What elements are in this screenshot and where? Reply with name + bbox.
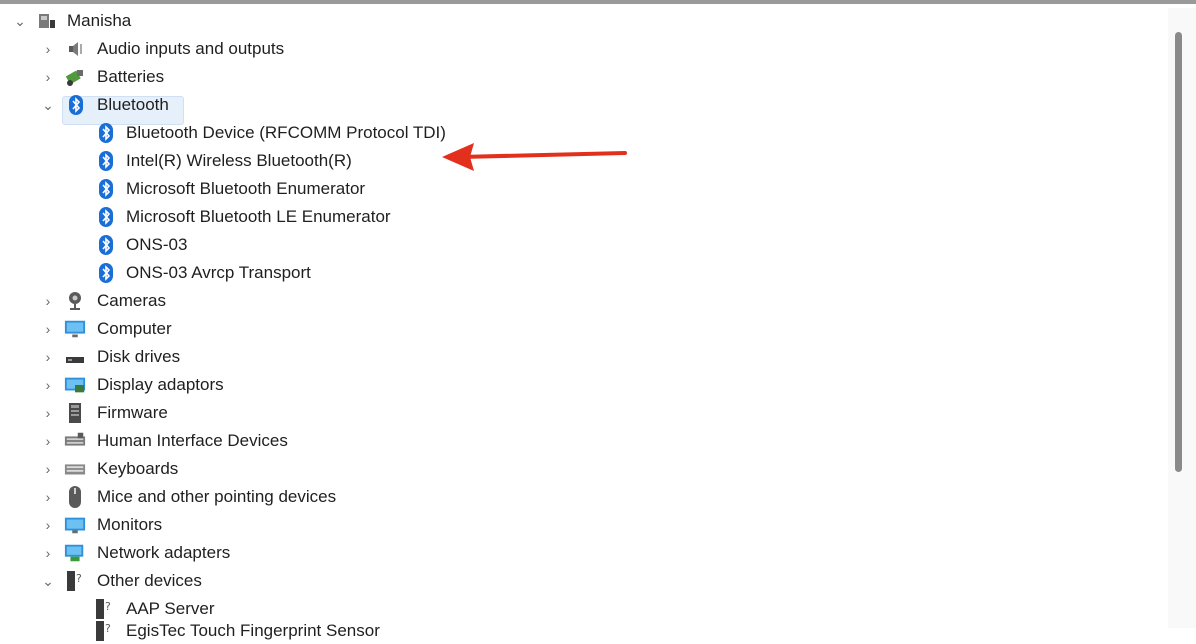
chevron-right-icon[interactable]: › [40,377,56,393]
tree-item-label: Batteries [97,67,165,86]
bluetooth-icon [95,150,117,172]
chevron-down-icon[interactable]: ⌄ [12,13,28,29]
chevron-right-icon[interactable]: › [40,461,56,477]
tree-item-label: Bluetooth [97,95,169,114]
tree-item-label: Disk drives [97,347,181,366]
bluetooth-icon [65,94,87,116]
tree-child-label: ONS-03 Avrcp Transport [126,263,311,282]
bluetooth-icon [95,234,117,256]
chevron-right-icon[interactable]: › [40,41,56,57]
tree-child-label: Microsoft Bluetooth LE Enumerator [126,207,391,226]
tree-item-label: Monitors [97,515,163,534]
svg-text:?: ? [105,600,111,613]
speaker-icon [64,38,86,60]
display-adapter-icon [64,374,86,396]
computer-user-icon [36,10,58,32]
monitor-icon [64,318,86,340]
tree-item-label: Firmware [97,403,168,422]
firmware-icon [64,402,86,424]
tree-item-label: Computer [97,319,172,338]
tree-item-label: Network adapters [97,543,231,562]
camera-icon [64,290,86,312]
tree-child-label: EgisTec Touch Fingerprint Sensor [126,621,380,640]
unknown-device-icon: ? [93,620,115,642]
chevron-right-icon[interactable]: › [40,405,56,421]
tree-item-label: Other devices [97,571,202,590]
chevron-right-icon[interactable]: › [40,545,56,561]
annotation-arrow [442,143,627,171]
bluetooth-icon [95,122,117,144]
chevron-right-icon[interactable]: › [40,293,56,309]
tree-item-label: Keyboards [97,459,179,478]
monitor-icon [64,514,86,536]
chevron-right-icon[interactable]: › [40,349,56,365]
chevron-down-icon[interactable]: ⌄ [40,573,56,589]
battery-icon [64,66,86,88]
vertical-scrollbar[interactable] [1168,8,1196,628]
keyboard-icon [64,458,86,480]
scrollbar-thumb[interactable] [1175,32,1182,472]
network-adapter-icon [64,542,86,564]
mouse-icon [64,486,86,508]
tree-child-label: Microsoft Bluetooth Enumerator [126,179,366,198]
tree-root-label: Manisha [67,11,132,30]
chevron-right-icon[interactable]: › [40,489,56,505]
window-top-border [0,0,1196,4]
tree-item-label: Mice and other pointing devices [97,487,337,506]
tree-child-label: ONS-03 [126,235,188,254]
svg-text:?: ? [105,622,111,635]
chevron-right-icon[interactable]: › [40,517,56,533]
bluetooth-icon [95,262,117,284]
chevron-right-icon[interactable]: › [40,433,56,449]
chevron-down-icon[interactable]: ⌄ [40,97,56,113]
unknown-device-icon: ? [64,570,86,592]
chevron-right-icon[interactable]: › [40,321,56,337]
tree-item-label: Human Interface Devices [97,431,288,450]
tree-item-label: Cameras [97,291,166,310]
bluetooth-icon [95,206,117,228]
unknown-device-icon: ? [93,598,115,620]
tree-item-label: Audio inputs and outputs [97,39,285,58]
tree-child-label: Intel(R) Wireless Bluetooth(R) [126,151,352,170]
tree-item-label: Display adaptors [97,375,224,394]
disk-drive-icon [64,346,86,368]
tree-child-label: Bluetooth Device (RFCOMM Protocol TDI) [126,123,446,142]
svg-text:?: ? [76,572,82,585]
bluetooth-icon [95,178,117,200]
chevron-right-icon[interactable]: › [40,69,56,85]
hid-icon [64,430,86,452]
